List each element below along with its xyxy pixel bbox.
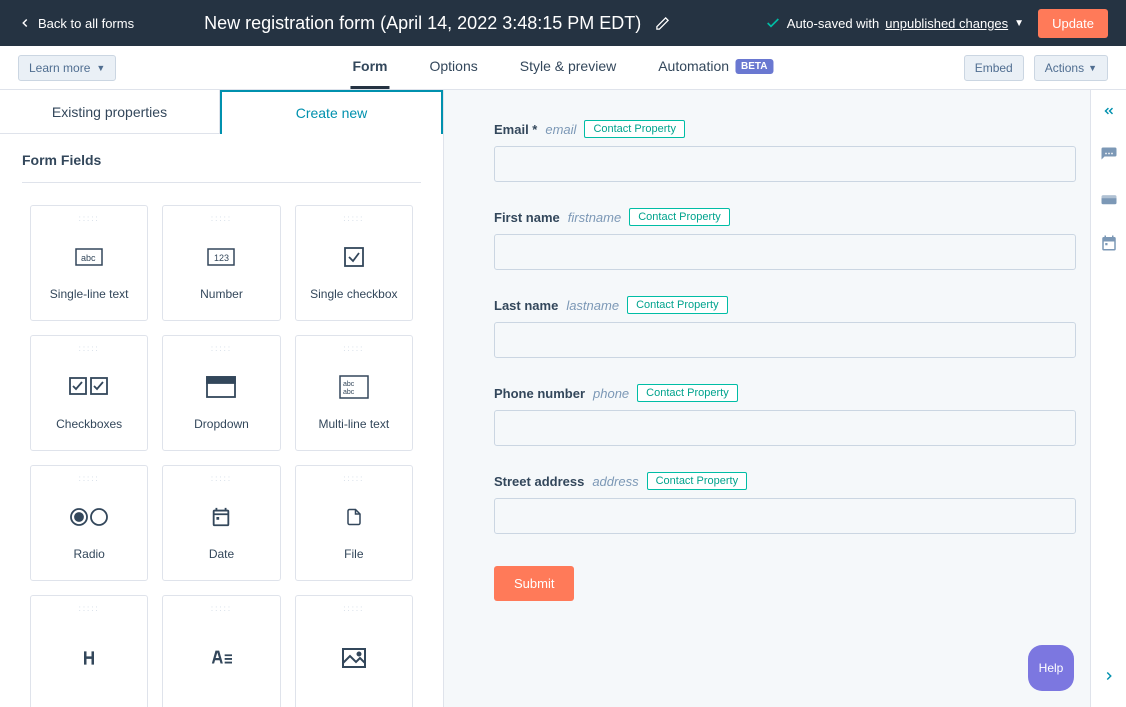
field-type-single-checkbox[interactable]: ::::: Single checkbox [295,205,413,321]
update-button[interactable]: Update [1038,9,1108,38]
autosave-prefix: Auto-saved with [787,16,880,31]
section-title: Form Fields [22,152,421,183]
field-internal-name: phone [593,386,629,401]
field-label: Last name [494,298,558,313]
form-field-address[interactable]: Street address address Contact Property [494,472,1076,534]
dropdown-icon [206,365,236,409]
grip-icon: ::::: [79,474,100,483]
form-field-lastname[interactable]: Last name lastname Contact Property [494,296,1076,358]
field-type-header[interactable]: ::::: [30,595,148,707]
file-icon [345,495,363,539]
chat-icon[interactable] [1100,146,1118,164]
checkbox-icon [344,235,364,279]
contact-property-badge: Contact Property [629,208,730,226]
page-title: New registration form (April 14, 2022 3:… [204,13,641,34]
grip-icon: ::::: [79,604,100,613]
autosave-link: unpublished changes [885,16,1008,31]
grip-icon: ::::: [343,604,364,613]
back-to-forms-link[interactable]: Back to all forms [18,16,134,31]
lastname-input[interactable] [494,322,1076,358]
beta-badge: BETA [735,59,773,74]
cards-icon[interactable] [1100,190,1118,208]
check-icon [765,15,781,31]
field-type-image[interactable]: ::::: [295,595,413,707]
panel-tab-create-new[interactable]: Create new [220,90,443,134]
textarea-icon: abcabc [339,365,369,409]
grip-icon: ::::: [211,214,232,223]
panel-tab-existing[interactable]: Existing properties [0,90,220,134]
contact-property-badge: Contact Property [637,384,738,402]
field-type-checkboxes[interactable]: ::::: Checkboxes [30,335,148,451]
field-type-multiline-text[interactable]: ::::: abcabc Multi-line text [295,335,413,451]
contact-property-badge: Contact Property [627,296,728,314]
form-field-email[interactable]: Email * email Contact Property [494,120,1076,182]
calendar-icon [210,495,232,539]
caret-down-icon: ▼ [96,63,105,73]
number-icon: 123 [207,235,235,279]
expand-rail-icon[interactable] [1102,669,1116,683]
svg-text:123: 123 [214,253,229,263]
tab-form[interactable]: Form [350,46,389,89]
embed-button[interactable]: Embed [964,55,1024,81]
tab-style-preview[interactable]: Style & preview [518,46,618,89]
radio-icon [69,495,109,539]
svg-text:abc: abc [81,253,96,263]
field-internal-name: lastname [566,298,619,313]
richtext-icon [210,636,232,680]
phone-input[interactable] [494,410,1076,446]
field-label: Street address [494,474,584,489]
header-icon [79,636,99,680]
field-internal-name: firstname [568,210,621,225]
field-type-richtext[interactable]: ::::: [162,595,280,707]
submit-button[interactable]: Submit [494,566,574,601]
text-icon: abc [75,235,103,279]
form-field-phone[interactable]: Phone number phone Contact Property [494,384,1076,446]
field-internal-name: address [592,474,638,489]
svg-text:abc: abc [343,381,355,388]
grip-icon: ::::: [79,344,100,353]
image-icon [342,636,366,680]
address-input[interactable] [494,498,1076,534]
field-type-file[interactable]: ::::: File [295,465,413,581]
field-type-date[interactable]: ::::: Date [162,465,280,581]
grip-icon: ::::: [211,344,232,353]
contact-property-badge: Contact Property [584,120,685,138]
checkboxes-icon [69,365,109,409]
field-type-number[interactable]: ::::: 123 Number [162,205,280,321]
autosave-status[interactable]: Auto-saved with unpublished changes ▼ [765,15,1024,31]
field-label: First name [494,210,560,225]
caret-down-icon: ▼ [1014,18,1024,29]
svg-text:abc: abc [343,389,355,396]
form-field-firstname[interactable]: First name firstname Contact Property [494,208,1076,270]
grip-icon: ::::: [211,604,232,613]
grip-icon: ::::: [79,214,100,223]
grip-icon: ::::: [211,474,232,483]
contact-property-badge: Contact Property [647,472,748,490]
field-type-dropdown[interactable]: ::::: Dropdown [162,335,280,451]
caret-down-icon: ▼ [1088,63,1097,73]
grip-icon: ::::: [343,474,364,483]
field-label: Phone number [494,386,585,401]
edit-title-icon[interactable] [655,16,670,31]
tab-options[interactable]: Options [427,46,479,89]
field-type-radio[interactable]: ::::: Radio [30,465,148,581]
right-rail [1090,90,1126,707]
field-type-single-line-text[interactable]: ::::: abc Single-line text [30,205,148,321]
grip-icon: ::::: [343,214,364,223]
actions-button[interactable]: Actions ▼ [1034,55,1108,81]
field-label: Email * [494,122,537,137]
calendar-icon[interactable] [1100,234,1118,252]
tab-automation[interactable]: Automation BETA [656,46,775,89]
collapse-rail-icon[interactable] [1100,102,1118,120]
firstname-input[interactable] [494,234,1076,270]
learn-more-button[interactable]: Learn more ▼ [18,55,116,81]
help-button[interactable]: Help [1028,645,1074,691]
field-internal-name: email [545,122,576,137]
email-input[interactable] [494,146,1076,182]
back-label: Back to all forms [38,16,134,31]
grip-icon: ::::: [343,344,364,353]
